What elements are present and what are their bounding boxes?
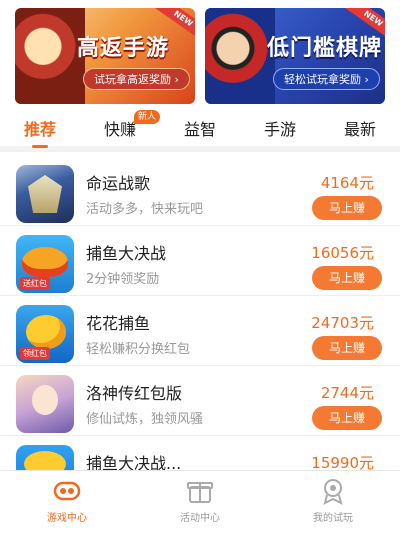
banner-title: 低门槛棋牌: [267, 36, 383, 61]
earn-now-button[interactable]: 马上赚: [312, 406, 382, 430]
reward-amount: 16056元: [311, 244, 374, 262]
nav-label: 我的试玩: [313, 513, 353, 524]
tab-label: 快赚: [104, 120, 137, 139]
hero-character-art: [15, 8, 85, 104]
category-tabs: 推荐 快赚 新人 益智 手游 最新: [0, 108, 400, 152]
mascot-character-art: [205, 8, 275, 104]
earn-now-button[interactable]: 马上赚: [312, 196, 382, 220]
earn-now-button[interactable]: 马上赚: [312, 336, 382, 360]
new-user-badge: 新人: [134, 110, 161, 124]
active-tab-indicator: [32, 145, 48, 148]
game-name: 洛神传红包版: [86, 384, 183, 403]
tab-latest[interactable]: 最新: [344, 116, 376, 144]
game-name: 命运战歌: [86, 174, 151, 193]
game-icon: 送红包: [16, 235, 74, 293]
tab-mobile-games[interactable]: 手游: [264, 116, 296, 144]
list-item[interactable]: 领红包 花花捕鱼 轻松赚积分换红包 24703元 马上赚: [0, 296, 400, 366]
gift-icon: [185, 477, 215, 505]
game-name: 捕鱼大决战...: [86, 454, 182, 470]
tab-label: 手游: [264, 120, 297, 139]
game-description: 活动多多，快来玩吧: [86, 202, 204, 217]
list-item[interactable]: 洛神传红包版 修仙试炼，独领风骚 2744元 马上赚: [0, 366, 400, 436]
banner-high-return-games[interactable]: NEW 高返手游 试玩拿高返奖励 ›: [15, 8, 195, 104]
icon-tag: 领红包: [20, 347, 50, 360]
nav-game-center[interactable]: 游戏中心: [27, 477, 107, 524]
reward-amount: 2744元: [320, 384, 374, 402]
icon-tag: 送红包: [20, 277, 50, 290]
tab-recommended[interactable]: 推荐: [24, 116, 57, 148]
tab-label: 推荐: [24, 120, 57, 139]
profile-icon: [318, 477, 348, 505]
list-item[interactable]: 命运战歌 活动多多，快来玩吧 4164元 马上赚: [0, 156, 400, 226]
gamepad-icon: [52, 477, 82, 505]
tab-label: 最新: [344, 120, 377, 139]
game-name: 花花捕鱼: [86, 314, 151, 333]
game-icon: [16, 165, 74, 223]
tab-label: 益智: [184, 120, 217, 139]
nav-label: 游戏中心: [47, 513, 87, 524]
list-item[interactable]: 捕鱼大决战... 15990元: [0, 436, 400, 470]
tab-quick-earn[interactable]: 快赚 新人: [104, 110, 161, 144]
banner-title: 高返手游: [77, 36, 170, 61]
banner-low-threshold-chess[interactable]: NEW 低门槛棋牌 轻松试玩拿奖励 ›: [205, 8, 385, 104]
game-icon: [16, 375, 74, 433]
game-name: 捕鱼大决战: [86, 244, 167, 263]
reward-amount: 4164元: [320, 174, 374, 192]
tab-puzzle[interactable]: 益智: [184, 116, 216, 144]
game-description: 2分钟领奖励: [86, 272, 160, 287]
list-item[interactable]: 送红包 捕鱼大决战 2分钟领奖励 16056元 马上赚: [0, 226, 400, 296]
nav-label: 活动中心: [180, 513, 220, 524]
reward-amount: 15990元: [311, 454, 374, 470]
nav-activity-center[interactable]: 活动中心: [160, 477, 240, 524]
earn-now-button[interactable]: 马上赚: [312, 266, 382, 290]
game-list: 命运战歌 活动多多，快来玩吧 4164元 马上赚 送红包 捕鱼大决战 2分钟领奖…: [0, 152, 400, 470]
game-icon: [16, 445, 74, 470]
banner-cta-button[interactable]: 轻松试玩拿奖励 ›: [273, 68, 380, 90]
reward-amount: 24703元: [311, 314, 374, 332]
banner-cta-button[interactable]: 试玩拿高返奖励 ›: [83, 68, 190, 90]
banner-carousel: NEW 高返手游 试玩拿高返奖励 › NEW 低门槛棋牌 轻松试玩拿奖励 ›: [0, 0, 400, 108]
bottom-navigation: 游戏中心 活动中心 我的试玩: [0, 470, 400, 534]
game-icon: 领红包: [16, 305, 74, 363]
game-description: 修仙试炼，独领风骚: [86, 412, 204, 427]
nav-my-trials[interactable]: 我的试玩: [293, 477, 373, 524]
game-description: 轻松赚积分换红包: [86, 342, 191, 357]
